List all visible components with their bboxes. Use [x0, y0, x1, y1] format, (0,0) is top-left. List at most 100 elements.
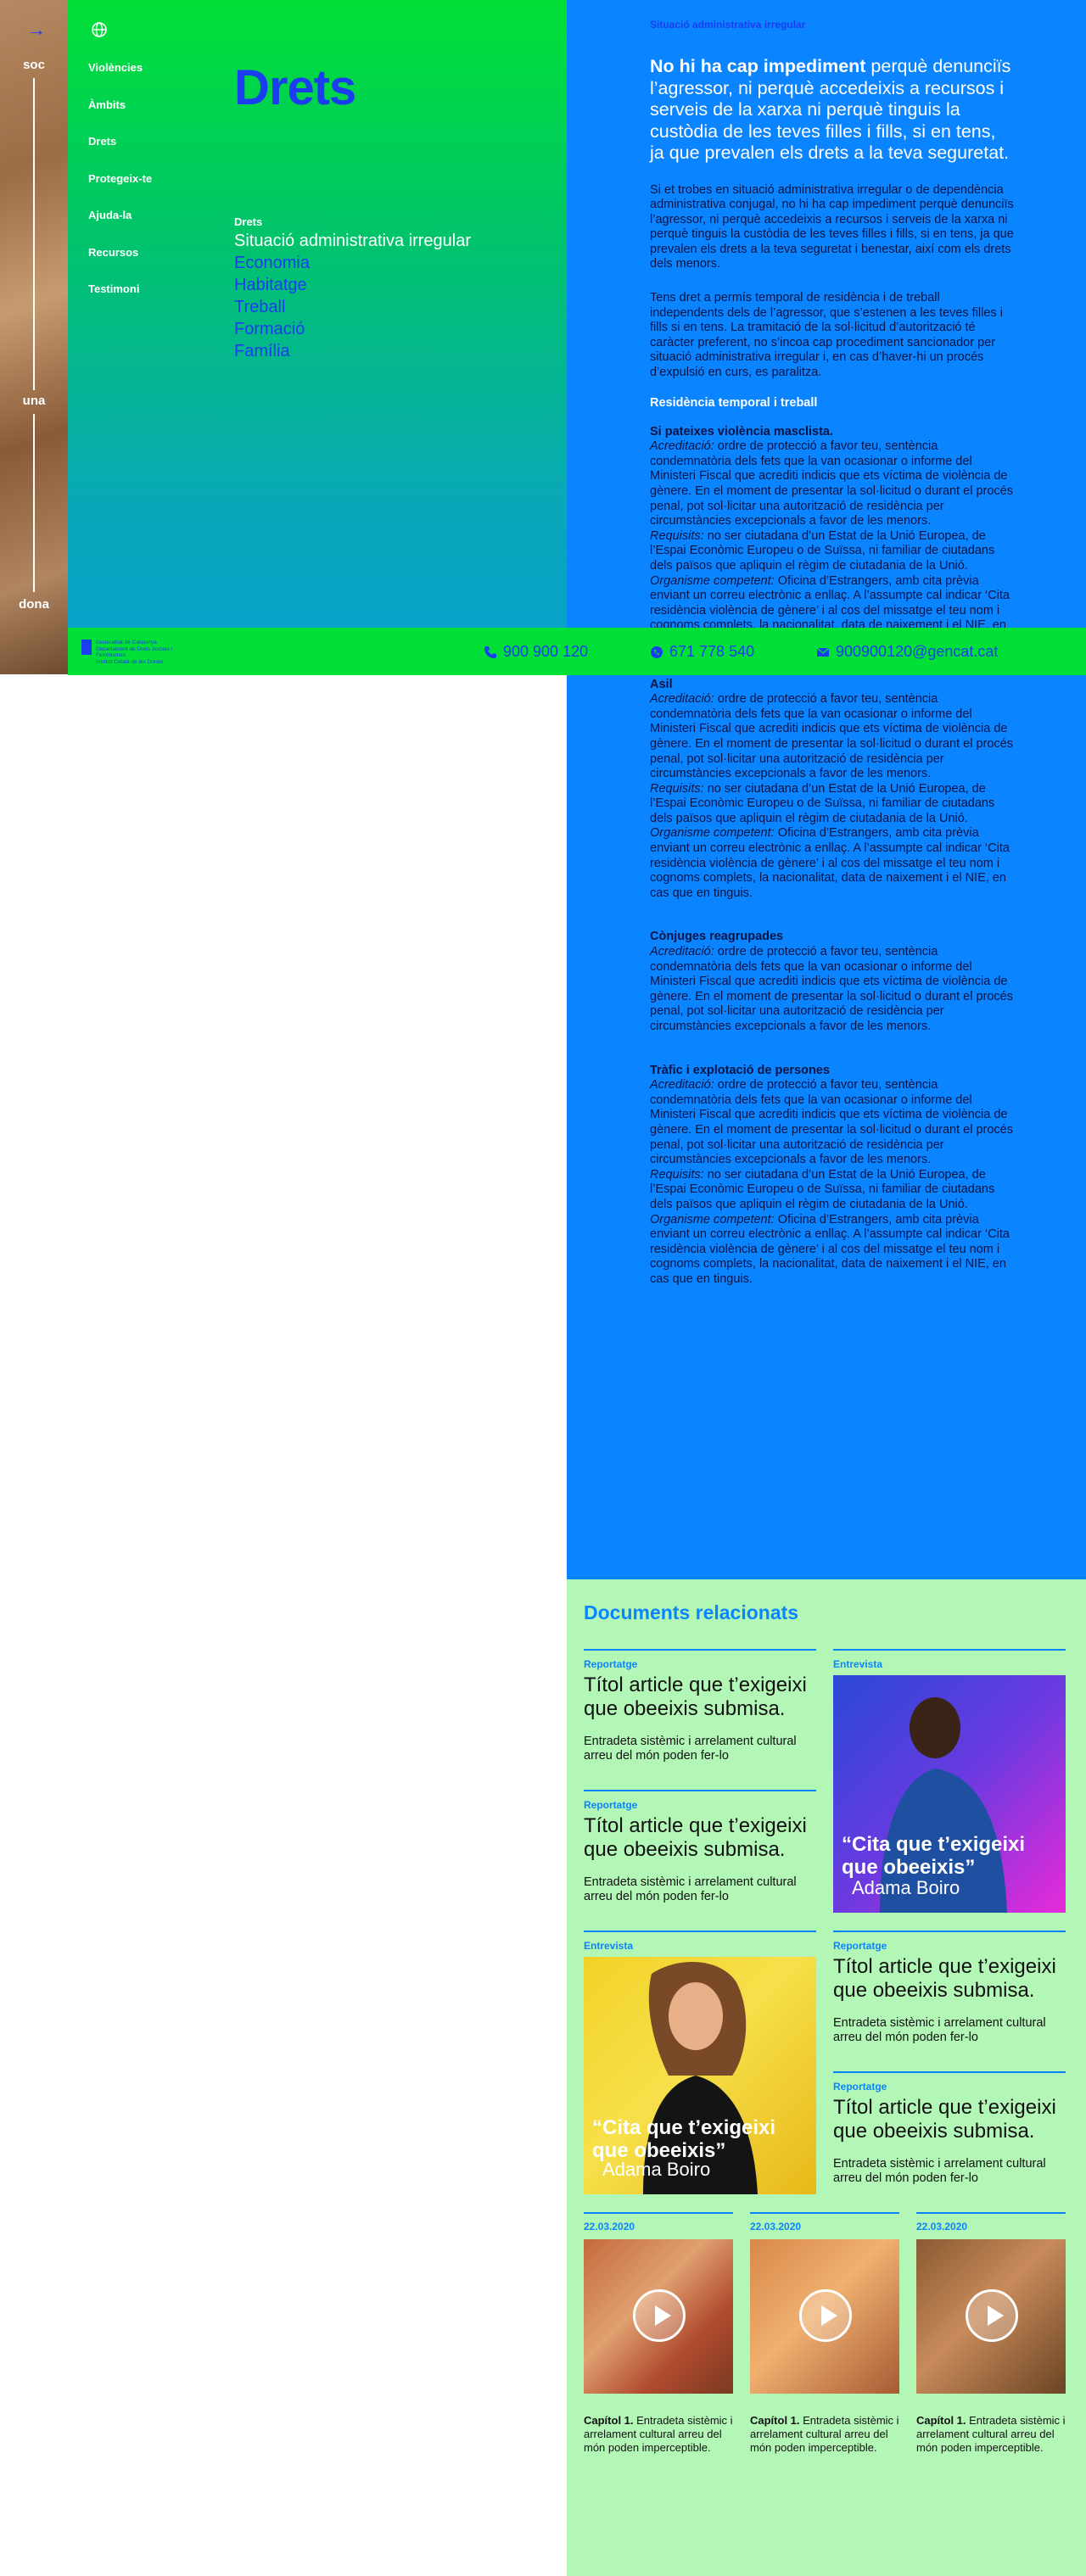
article-content: Situació administrativa irregular No hi … [567, 0, 1086, 1579]
page-title: Drets [234, 60, 356, 115]
menu-item-testimoni[interactable]: Testimoni [88, 282, 152, 320]
subnav-item-situacio[interactable]: Situació administrativa irregular [234, 230, 471, 252]
gencat-mark-icon [81, 640, 92, 655]
video-caption: Capítol 1. Entradeta sistèmic i arrelame… [750, 2414, 899, 2455]
phone-link-1[interactable]: 900 900 120 [484, 643, 588, 661]
block-label: Requisits: [650, 781, 704, 796]
card-tag: Reportatge [833, 1940, 887, 1952]
menu-item-violencies[interactable]: Violències [88, 61, 152, 98]
block-label: Organisme competent: [650, 1212, 775, 1227]
block-label: Acreditació: [650, 945, 714, 959]
interview-quote: “Cita que t’exigeixi que obeeixis” [842, 1833, 1026, 1879]
rights-block: Tràfic i explotació de persones Acredita… [650, 1064, 1015, 1288]
article-card[interactable]: Reportatge Títol article que t’exigeixi … [584, 1649, 816, 1763]
menu-item-ambits[interactable]: Àmbits [88, 98, 152, 136]
block-label: Acreditació: [650, 439, 714, 454]
play-icon[interactable] [799, 2289, 852, 2342]
related-title: Documents relacionats [584, 1601, 799, 1623]
interview-photo[interactable]: “Cita que t’exigeixi que obeeixis” Adama… [833, 1675, 1066, 1913]
navigation-panel: Violències Àmbits Drets Protegeix-te Aju… [68, 0, 567, 674]
block-label: Acreditació: [650, 1078, 714, 1092]
subnav-item-treball[interactable]: Treball [234, 296, 471, 318]
card-tag: Reportatge [584, 1799, 638, 1811]
article-card[interactable]: Reportatge Títol article que t’exigeixi … [833, 1931, 1066, 2045]
video-date: 22.03.2020 [916, 2221, 968, 2232]
interview-card[interactable]: Entrevista “Cita que t’exigeixi que obee… [584, 1931, 816, 2194]
rights-block: Asil Acreditació: ordre de protecció a f… [650, 678, 1015, 902]
card-tag: Reportatge [584, 1658, 638, 1670]
block-label: Organisme competent: [650, 573, 775, 588]
subnav-item-familia[interactable]: Família [234, 340, 471, 362]
caption-chapter: Capítol 1. [750, 2414, 800, 2427]
rights-block: Si pateixes violència masclista. Acredit… [650, 425, 1015, 649]
body-paragraph: Si et trobes en situació administrativa … [650, 182, 1014, 271]
article-card[interactable]: Reportatge Títol article que t’exigeixi … [833, 2071, 1066, 2186]
play-icon[interactable] [633, 2289, 686, 2342]
logo-text: Departament de Drets Socials i Feminisme… [96, 645, 172, 659]
gencat-logo[interactable]: Generalitat de Catalunya Departament de … [81, 640, 175, 665]
play-icon[interactable] [966, 2289, 1018, 2342]
interview-quote: “Cita que t’exigeixi que obeeixis” [592, 2116, 776, 2162]
phone-icon [484, 645, 496, 658]
card-tag: Entrevista [833, 1658, 883, 1670]
sub-navigation: Drets Situació administrativa irregular … [234, 215, 471, 362]
block-heading: Asil [650, 677, 673, 691]
video-caption: Capítol 1. Entradeta sistèmic i arrelame… [584, 2414, 733, 2455]
video-thumbnail[interactable] [916, 2239, 1066, 2394]
rail-word-soc: soc [23, 58, 45, 72]
lead-emphasis: No hi ha cap impediment [650, 56, 866, 76]
card-tag: Entrevista [584, 1940, 634, 1952]
block-heading: Cònjuges reagrupades [650, 930, 784, 944]
whatsapp-link[interactable]: 671 778 540 [650, 643, 754, 661]
lead-paragraph: No hi ha cap impediment perquè denunciïs… [650, 56, 1015, 165]
contact-bar: Generalitat de Catalunya Departament de … [68, 628, 1086, 675]
block-heading: Tràfic i explotació de persones [650, 1063, 830, 1077]
left-photo-rail: → soc una dona [0, 0, 68, 674]
email-link[interactable]: 900900120@gencat.cat [816, 643, 998, 661]
phone-number: 900 900 120 [503, 643, 589, 660]
video-thumbnail[interactable] [750, 2239, 899, 2394]
logo-text: Generalitat de Catalunya [96, 640, 157, 645]
rail-divider [33, 78, 35, 390]
interview-photo[interactable]: “Cita que t’exigeixi que obeeixis” Adama… [584, 1957, 816, 2194]
video-caption: Capítol 1. Entradeta sistèmic i arrelame… [916, 2414, 1066, 2455]
breadcrumb[interactable]: Situació administrativa irregular [650, 19, 1015, 31]
card-title[interactable]: Títol article que t’exigeixi que obeeixi… [584, 1814, 816, 1862]
article-card[interactable]: Reportatge Títol article que t’exigeixi … [584, 1790, 816, 1904]
video-thumbnail[interactable] [584, 2239, 733, 2394]
rights-block: Cònjuges reagrupades Acreditació: ordre … [650, 930, 1015, 1034]
interview-card[interactable]: Entrevista “Cita que t’exigeixi que obee… [833, 1649, 1066, 1913]
interview-author: Adama Boiro [602, 2159, 711, 2180]
section-heading: Residència temporal i treball [650, 395, 818, 410]
phone-number: 671 778 540 [669, 643, 755, 660]
rail-word-dona: dona [19, 597, 49, 612]
rail-divider [33, 414, 35, 592]
rail-word-una: una [22, 394, 46, 408]
video-card[interactable]: 22.03.2020 Capítol 1. Entradeta sistèmic… [584, 2212, 733, 2455]
card-title[interactable]: Títol article que t’exigeixi que obeeixi… [584, 1674, 816, 1721]
menu-item-drets[interactable]: Drets [88, 135, 152, 172]
block-label: Acreditació: [650, 692, 714, 707]
arrow-right-icon[interactable]: → [27, 19, 46, 41]
video-card[interactable]: 22.03.2020 Capítol 1. Entradeta sistèmic… [750, 2212, 899, 2455]
caption-chapter: Capítol 1. [584, 2414, 634, 2427]
menu-item-ajuda-la[interactable]: Ajuda-la [88, 209, 152, 246]
card-title[interactable]: Títol article que t’exigeixi que obeeixi… [833, 2096, 1066, 2143]
logo-text: Institut Català de les Dones [96, 658, 164, 665]
subnav-item-economia[interactable]: Economia [234, 252, 471, 274]
video-card[interactable]: 22.03.2020 Capítol 1. Entradeta sistèmic… [916, 2212, 1066, 2455]
interview-author: Adama Boiro [852, 1877, 960, 1898]
menu-item-recursos[interactable]: Recursos [88, 246, 152, 283]
globe-icon[interactable] [90, 20, 109, 39]
related-documents: Documents relacionats Reportatge Títol a… [567, 1579, 1086, 2576]
card-title[interactable]: Títol article que t’exigeixi que obeeixi… [833, 1955, 1066, 2003]
subnav-item-formacio[interactable]: Formació [234, 318, 471, 340]
card-description: Entradeta sistèmic i arrelament cultural… [833, 2016, 1046, 2044]
subnav-item-habitatge[interactable]: Habitatge [234, 274, 471, 296]
block-label: Requisits: [650, 1167, 704, 1182]
menu-item-protegeix-te[interactable]: Protegeix-te [88, 172, 152, 210]
email-address: 900900120@gencat.cat [836, 643, 999, 660]
caption-chapter: Capítol 1. [916, 2414, 966, 2427]
card-tag: Reportatge [833, 2081, 887, 2093]
block-heading: Si pateixes violència masclista. [650, 424, 834, 439]
